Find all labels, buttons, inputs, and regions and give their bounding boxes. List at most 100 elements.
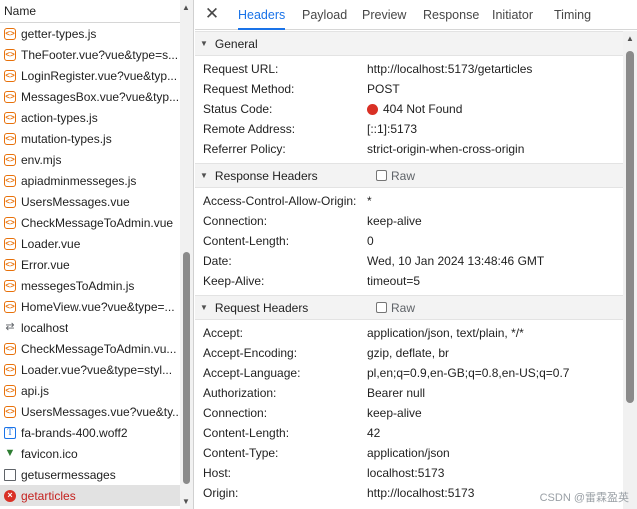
header-value[interactable]: 0: [367, 234, 374, 248]
header-value[interactable]: http://localhost:5173: [367, 486, 474, 500]
header-row: Content-Length: 0: [195, 231, 623, 251]
request-row[interactable]: <> env.mjs: [0, 149, 180, 170]
request-row[interactable]: <> CheckMessageToAdmin.vue: [0, 212, 180, 233]
details-tab-bar: ✕ Headers Payload Preview Response Initi…: [195, 0, 637, 30]
header-value[interactable]: gzip, deflate, br: [367, 346, 449, 360]
header-row: Host: localhost:5173: [195, 463, 623, 483]
header-value[interactable]: keep-alive: [367, 406, 422, 420]
request-row[interactable]: getusermessages: [0, 464, 180, 485]
header-value-text[interactable]: 0: [367, 234, 374, 248]
request-row[interactable]: <> CheckMessageToAdmin.vu...: [0, 338, 180, 359]
header-value-text[interactable]: pl,en;q=0.9,en-GB;q=0.8,en-US;q=0.7: [367, 366, 569, 380]
header-value-text[interactable]: keep-alive: [367, 406, 422, 420]
status-error-icon: [367, 103, 378, 115]
scroll-up-arrow-icon[interactable]: ▲: [182, 3, 190, 12]
header-value-text[interactable]: http://localhost:5173/getarticles: [367, 62, 532, 76]
request-row[interactable]: ▼ favicon.ico: [0, 443, 180, 464]
header-value-text[interactable]: *: [367, 194, 372, 208]
name-column-header[interactable]: Name: [0, 0, 180, 23]
scrollbar-thumb[interactable]: [183, 252, 190, 484]
close-details-button[interactable]: ✕: [203, 4, 221, 23]
response-headers-section-header[interactable]: ▼ Response Headers Raw: [195, 163, 623, 188]
raw-toggle[interactable]: Raw: [376, 301, 415, 315]
header-value-text[interactable]: localhost:5173: [367, 466, 444, 480]
request-row[interactable]: <> getter-types.js: [0, 23, 180, 44]
request-row[interactable]: <> messegesToAdmin.js: [0, 275, 180, 296]
header-value-text[interactable]: 404 Not Found: [383, 102, 462, 116]
request-headers-section-header[interactable]: ▼ Request Headers Raw: [195, 295, 623, 320]
header-value[interactable]: timeout=5: [367, 274, 420, 288]
details-scrollbar[interactable]: ▲: [623, 31, 637, 509]
header-row: Referrer Policy: strict-origin-when-cross…: [195, 139, 623, 159]
header-value-text[interactable]: Wed, 10 Jan 2024 13:48:46 GMT: [367, 254, 544, 268]
tab-preview[interactable]: Preview: [362, 0, 406, 30]
raw-checkbox[interactable]: [376, 302, 387, 313]
header-value[interactable]: keep-alive: [367, 214, 422, 228]
header-value[interactable]: pl,en;q=0.9,en-GB;q=0.8,en-US;q=0.7: [367, 366, 569, 380]
header-key: Content-Length:: [203, 426, 290, 440]
tab-response[interactable]: Response: [423, 0, 479, 30]
header-value-text[interactable]: 42: [367, 426, 380, 440]
request-row[interactable]: <> apiadminmesseges.js: [0, 170, 180, 191]
request-row[interactable]: <> MessagesBox.vue?vue&typ...: [0, 86, 180, 107]
header-value[interactable]: 404 Not Found: [367, 102, 462, 116]
request-row[interactable]: <> LoginRegister.vue?vue&typ...: [0, 65, 180, 86]
request-row[interactable]: <> action-types.js: [0, 107, 180, 128]
raw-checkbox[interactable]: [376, 170, 387, 181]
scroll-up-arrow-icon[interactable]: ▲: [626, 34, 634, 43]
request-row[interactable]: × getarticles: [0, 485, 180, 506]
tab-timing[interactable]: Timing: [554, 0, 591, 30]
script-icon: <>: [4, 174, 16, 187]
tab-headers[interactable]: Headers: [238, 0, 286, 30]
header-value-text[interactable]: Bearer null: [367, 386, 425, 400]
header-value-text[interactable]: strict-origin-when-cross-origin: [367, 142, 524, 156]
request-row[interactable]: <> api.js: [0, 380, 180, 401]
request-name: UsersMessages.vue?vue&ty...: [21, 404, 180, 419]
request-row[interactable]: <> Loader.vue: [0, 233, 180, 254]
request-row[interactable]: <> HomeView.vue?vue&type=...: [0, 296, 180, 317]
request-row[interactable]: ⇄ localhost: [0, 317, 180, 338]
header-value[interactable]: 42: [367, 426, 380, 440]
header-value-text[interactable]: POST: [367, 82, 400, 96]
header-value[interactable]: localhost:5173: [367, 466, 444, 480]
header-value[interactable]: [::1]:5173: [367, 122, 417, 136]
header-value[interactable]: Bearer null: [367, 386, 425, 400]
header-value[interactable]: application/json, text/plain, */*: [367, 326, 524, 340]
scrollbar-thumb[interactable]: [626, 51, 634, 403]
request-list-scrollbar[interactable]: ▲ ▼: [180, 0, 193, 509]
request-headers-section-body: Accept: application/json, text/plain, */*…: [195, 320, 623, 507]
request-name: api.js: [21, 383, 50, 398]
header-value-text[interactable]: http://localhost:5173: [367, 486, 474, 500]
header-value-text[interactable]: [::1]:5173: [367, 122, 417, 136]
header-value[interactable]: POST: [367, 82, 400, 96]
header-value-text[interactable]: gzip, deflate, br: [367, 346, 449, 360]
header-value[interactable]: http://localhost:5173/getarticles: [367, 62, 532, 76]
request-row[interactable]: <> mutation-types.js: [0, 128, 180, 149]
websocket-icon: ⇄: [5, 321, 15, 333]
font-icon: T: [4, 426, 16, 439]
request-row[interactable]: <> UsersMessages.vue?vue&ty...: [0, 401, 180, 422]
favicon-icon: ▼: [4, 447, 16, 459]
scroll-down-arrow-icon[interactable]: ▼: [182, 497, 190, 506]
header-value-text[interactable]: keep-alive: [367, 214, 422, 228]
header-value[interactable]: *: [367, 194, 372, 208]
header-row: Status Code: 404 Not Found: [195, 99, 623, 119]
request-row[interactable]: <> Error.vue: [0, 254, 180, 275]
header-value-text[interactable]: application/json, text/plain, */*: [367, 326, 524, 340]
tab-payload[interactable]: Payload: [302, 0, 347, 30]
request-row[interactable]: Tfa-brands-400.woff2: [0, 422, 180, 443]
header-value[interactable]: application/json: [367, 446, 450, 460]
header-value[interactable]: Wed, 10 Jan 2024 13:48:46 GMT: [367, 254, 544, 268]
tab-initiator[interactable]: Initiator: [492, 0, 533, 30]
request-row[interactable]: <> UsersMessages.vue: [0, 191, 180, 212]
error-icon: ×: [4, 489, 16, 502]
raw-toggle[interactable]: Raw: [376, 169, 415, 183]
request-row[interactable]: <> TheFooter.vue?vue&type=s...: [0, 44, 180, 65]
header-value-text[interactable]: timeout=5: [367, 274, 420, 288]
request-row[interactable]: <> Loader.vue?vue&type=styl...: [0, 359, 180, 380]
header-value-text[interactable]: application/json: [367, 446, 450, 460]
header-value[interactable]: strict-origin-when-cross-origin: [367, 142, 524, 156]
expand-caret-icon: ▼: [200, 303, 208, 312]
script-icon: <>: [4, 258, 16, 271]
general-section-header[interactable]: ▼ General: [195, 31, 623, 56]
